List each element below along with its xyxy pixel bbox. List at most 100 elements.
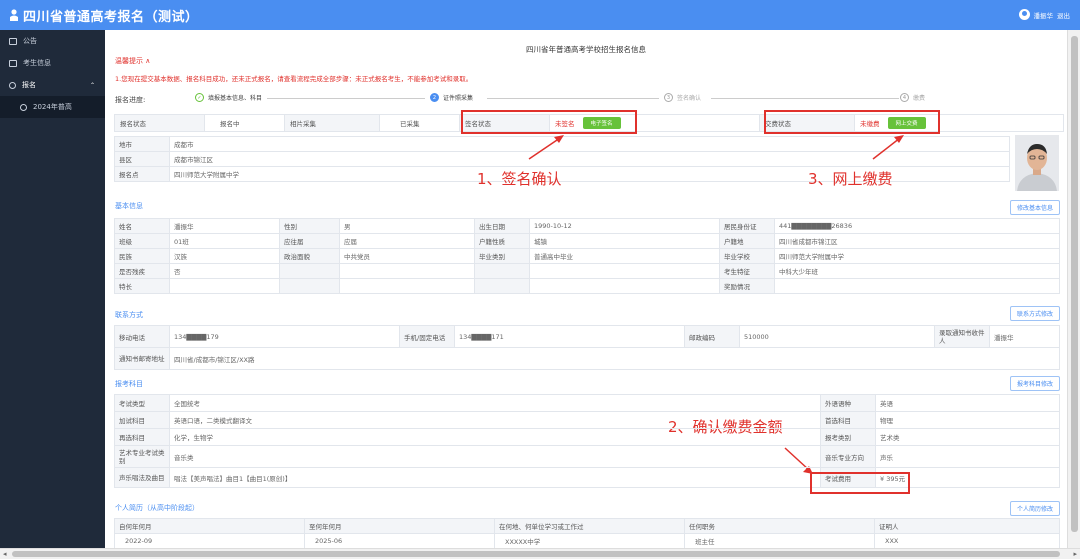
field-value: 男 [339, 218, 475, 234]
table-row: 特长 奖励情况 [114, 278, 1060, 294]
edit-basic-info-button[interactable]: 修改基本信息 [1009, 200, 1060, 215]
resume-cell: 2022-09 [114, 533, 305, 548]
link-icon [9, 81, 16, 89]
field-value [529, 278, 720, 294]
field-value [339, 263, 475, 279]
sidebar-item-enroll[interactable]: 报名 ⌃ [0, 74, 105, 96]
main-content: 四川省年普通高考学校招生报名信息 温馨提示 ∧ 1.您现在提交基本数据、报名科目… [105, 30, 1067, 548]
exam-type-value: 全国统考 [169, 394, 821, 412]
field-label: 户籍地 [719, 233, 775, 249]
first-subject-value: 物理 [875, 411, 1060, 429]
field-value: 否 [169, 263, 280, 279]
exam-type-label: 考试类型 [114, 394, 170, 412]
edit-subjects-button[interactable]: 报考科目修改 [1009, 376, 1060, 391]
sidebar-item-2024[interactable]: 2024年普高 [0, 96, 105, 118]
field-value: 普通高中毕业 [529, 248, 720, 264]
field-label: 居民身份证 [719, 218, 775, 234]
resume-header: 任何职务 [684, 518, 875, 534]
field-label [279, 263, 340, 279]
field-label: 政治面貌 [279, 248, 340, 264]
sidebar-item-label: 考生信息 [23, 59, 51, 67]
field-value: 中科大少年班 [774, 263, 1060, 279]
table-row: 姓名 潘振华 性别男出生日期 1990-10-12 居民身份证 441▇▇▇▇▇▇▇▇26… [114, 218, 1060, 234]
highlight-exam-fee [810, 472, 910, 494]
sidebar-item-label: 报名 [22, 81, 36, 89]
receiver-label: 录取通知书收件人 [934, 325, 990, 348]
user-avatar-icon[interactable] [1018, 9, 1030, 20]
field-value: 潘振华 [169, 218, 280, 234]
basic-info-table: 姓名 潘振华 性别男出生日期 1990-10-12 居民身份证 441▇▇▇▇▇▇▇▇26… [114, 218, 1060, 294]
foreign-lang-label: 外语语种 [820, 394, 876, 412]
app-title: 四川省普通高考报名（测试） [23, 9, 199, 25]
horizontal-scrollbar[interactable]: ◂ ▸ [0, 548, 1080, 559]
table-row: 民族 汉族 政治面貌 中共党员 毕业类别 普通高中毕业 毕业学校 四川师范大学附属中学 [114, 248, 1060, 264]
vocal-label: 声乐唱法及曲目 [114, 467, 170, 488]
phone-value: 134▇▇▇▇171 [454, 325, 685, 348]
logout-link[interactable]: 退出 [1057, 10, 1070, 20]
resume-cell: 班主任 [684, 533, 875, 548]
field-label: 毕业学校 [719, 248, 775, 264]
vocal-value: 唱法【美声唱法】曲目1【曲目1(原创)】 [169, 467, 821, 488]
edit-resume-button[interactable]: 个人简历修改 [1009, 501, 1060, 516]
top-bar: 四川省普通高考报名（测试） 潘振华 退出 [0, 0, 1080, 30]
resume-cell: XXX [874, 533, 1060, 548]
table-row: 班级 01班 应往届 应届 户籍性质 城镇 户籍地 四川省成都市锦江区 [114, 233, 1060, 249]
resume-header: 在何地、何单位学习或工作过 [494, 518, 685, 534]
field-value: 应届 [339, 233, 475, 249]
field-label: 是否残疾 [114, 263, 170, 279]
vertical-scrollbar[interactable] [1067, 30, 1080, 548]
art-category-label: 艺术专业考试类别 [114, 445, 170, 468]
field-label [474, 278, 530, 294]
edit-contact-button[interactable]: 联系方式修改 [1009, 306, 1060, 321]
scroll-right-icon[interactable]: ▸ [1073, 550, 1077, 558]
app-logo-icon [9, 9, 19, 21]
category-label: 报考类别 [820, 428, 876, 446]
foreign-lang-value: 英语 [875, 394, 1060, 412]
address-label: 通知书邮寄地址 [114, 347, 170, 370]
field-label: 考生特征 [719, 263, 775, 279]
field-value: 四川师范大学附属中学 [774, 248, 1060, 264]
field-value [339, 278, 475, 294]
art-category-value: 音乐类 [169, 445, 821, 468]
resume-header: 至何年何月 [304, 518, 495, 534]
category-value: 艺术类 [875, 428, 1060, 446]
scrollbar-thumb[interactable] [1071, 36, 1078, 532]
field-label: 民族 [114, 248, 170, 264]
mobile-label: 移动电话 [114, 325, 170, 348]
field-label [279, 278, 340, 294]
field-label: 奖励情况 [719, 278, 775, 294]
zip-label: 邮政编码 [684, 325, 740, 348]
scrollbar-thumb[interactable] [12, 551, 1060, 557]
field-value: 1990-10-12 [529, 218, 720, 234]
home-icon [9, 37, 17, 45]
sidebar-item-label: 2024年普高 [33, 103, 72, 111]
field-label: 毕业类别 [474, 248, 530, 264]
phone-label: 手机/固定电话 [399, 325, 455, 348]
resume-header: 证明人 [874, 518, 1060, 534]
extra-subject-value: 英语口语，二类模式翻译文 [169, 411, 821, 429]
field-label: 性别 [279, 218, 340, 234]
contact-title: 联系方式 [115, 311, 143, 319]
subjects-title: 报考科目 [115, 380, 143, 388]
sidebar-item-student-info[interactable]: 考生信息 [0, 52, 105, 74]
field-value: 中共党员 [339, 248, 475, 264]
field-value [774, 278, 1060, 294]
resume-header: 自何年何月 [114, 518, 305, 534]
user-name[interactable]: 潘振华 [1034, 10, 1054, 20]
field-value: 城镇 [529, 233, 720, 249]
field-label: 班级 [114, 233, 170, 249]
chevron-up-icon: ⌃ [89, 81, 95, 89]
table-row: 2022-09 2025-06 XXXXX中学 班主任 XXX [114, 533, 1060, 548]
resume-table: 自何年何月 至何年何月 在何地、何单位学习或工作过 任何职务 证明人 2022-… [114, 518, 1060, 548]
sidebar-item-label: 公告 [23, 37, 37, 45]
extra-subject-label: 加试科目 [114, 411, 170, 429]
user-menu[interactable]: 潘振华 退出 [1018, 9, 1070, 20]
circle-icon [20, 103, 27, 111]
scroll-left-icon[interactable]: ◂ [3, 550, 7, 558]
contact-table: 移动电话 134▇▇▇▇179 手机/固定电话 134▇▇▇▇171 邮政编码 … [114, 325, 1060, 370]
sidebar-item-announcements[interactable]: 公告 [0, 30, 105, 52]
mobile-value: 134▇▇▇▇179 [169, 325, 400, 348]
field-label: 出生日期 [474, 218, 530, 234]
sidebar: 公告 考生信息 报名 ⌃ 2024年普高 [0, 30, 105, 548]
field-label: 姓名 [114, 218, 170, 234]
